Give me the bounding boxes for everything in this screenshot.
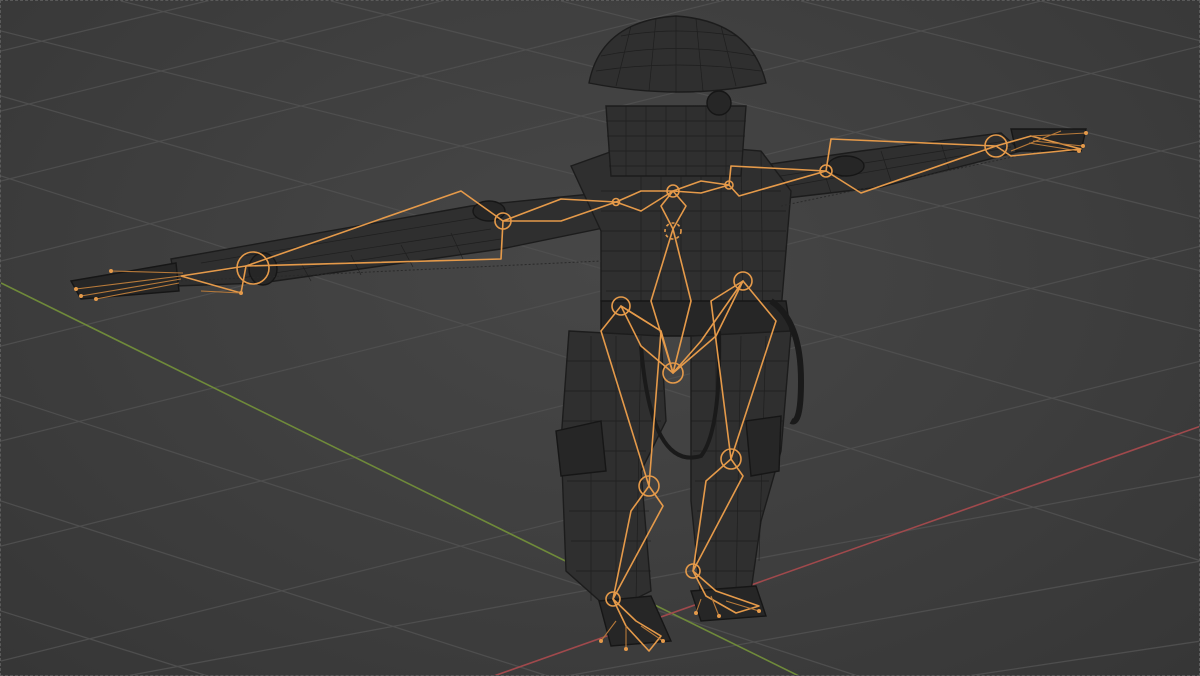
character-mesh[interactable] bbox=[69, 15, 1087, 647]
3d-viewport[interactable] bbox=[0, 0, 1200, 676]
viewport-scene[interactable] bbox=[1, 1, 1200, 676]
